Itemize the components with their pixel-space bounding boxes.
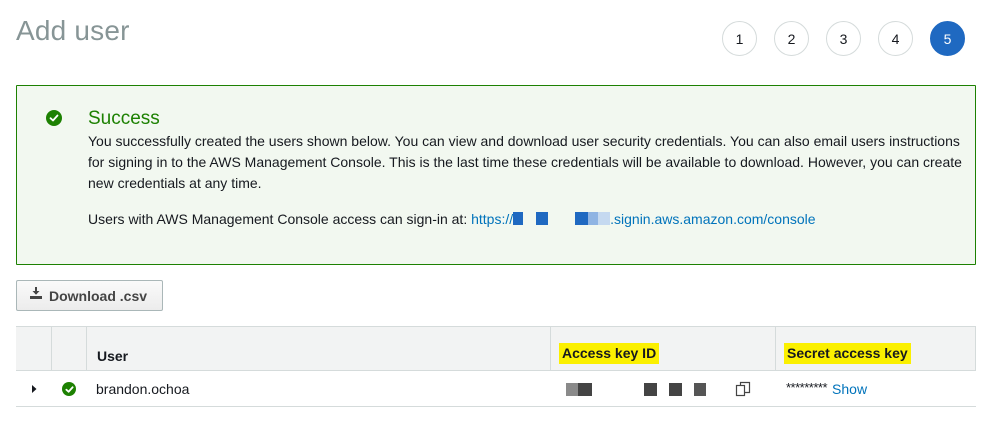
console-signin-link[interactable]: https://.signin.aws.amazon.com/console [471,211,815,227]
download-button-label: Download .csv [49,287,148,304]
table-row: brandon.ochoa ********* Show [16,371,976,407]
show-secret-link[interactable]: Show [832,381,867,397]
step-1[interactable]: 1 [722,21,757,56]
alert-body: You successfully created the users shown… [88,133,962,191]
row-success-icon [62,371,76,407]
download-csv-button[interactable]: Download .csv [16,280,163,311]
redacted-block [598,212,611,225]
column-header-user[interactable]: User [97,327,128,370]
redacted-block [513,212,524,225]
redacted-block [536,212,549,225]
column-header-access-key-id[interactable]: Access key ID [559,327,660,370]
credentials-table: User Access key ID Secret access key bra… [16,326,976,407]
column-header-secret-access-key[interactable]: Secret access key [784,327,911,370]
download-icon [29,286,43,305]
secret-masked-value: ********* [786,379,828,395]
redacted-block [575,212,589,225]
signin-prefix: Users with AWS Management Console access… [88,211,472,227]
alert-title: Success [88,108,160,129]
check-circle-icon [46,110,62,126]
wizard-steps: 1 2 3 4 5 [722,21,965,56]
copy-icon[interactable] [735,371,751,407]
access-key-id-value [566,371,706,407]
signin-line: Users with AWS Management Console access… [88,209,816,230]
expand-row-caret-icon[interactable] [30,371,38,407]
page-title: Add user [16,15,130,46]
secret-access-key-cell: ********* Show [786,371,867,407]
step-5: 5 [930,21,965,56]
success-alert: Success You successfully created the use… [16,85,976,265]
step-4[interactable]: 4 [878,21,913,56]
step-3[interactable]: 3 [826,21,861,56]
user-name: brandon.ochoa [96,381,190,397]
redacted-block [588,212,599,225]
step-2[interactable]: 2 [774,21,809,56]
table-header: User Access key ID Secret access key [16,326,976,371]
